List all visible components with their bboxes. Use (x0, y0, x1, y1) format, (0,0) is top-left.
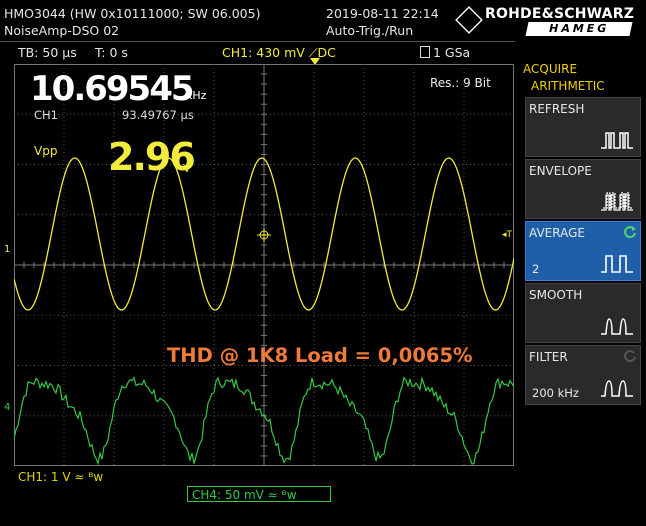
header-separator (0, 41, 515, 42)
resolution-label: Res.: 9 Bit (430, 76, 491, 90)
refresh-button[interactable]: REFRESH (525, 97, 641, 157)
ch4-setting[interactable]: CH4: 50 mV ≈ ᴮw (187, 486, 331, 502)
timebase[interactable]: TB: 50 µs (18, 45, 77, 60)
sample-rate: 1 GSa (420, 45, 470, 60)
average-button[interactable]: AVERAGE 2 (525, 221, 641, 281)
period-readout: 93.49767 µs (122, 108, 194, 122)
smooth-button[interactable]: SMOOTH (525, 283, 641, 343)
trigger-mode: Auto-Trig./Run (326, 23, 414, 38)
menu-title: ACQUIRE (523, 62, 578, 76)
rotary-knob-icon (624, 226, 636, 239)
refresh-waveform-icon (601, 132, 633, 149)
waveforms (14, 157, 514, 466)
frequency-readout: 10.69545 (30, 69, 195, 109)
datetime: 2019-08-11 22:14 (326, 6, 439, 21)
waveform-display[interactable] (14, 64, 514, 466)
trigger-crosshair (257, 228, 271, 242)
measure-channel: CH1 (34, 108, 58, 122)
menu-subtitle: ARITHMETIC (531, 79, 605, 93)
envelope-waveform-icon (601, 192, 633, 211)
vpp-unit: V (183, 162, 191, 175)
ch1-setting[interactable]: CH1: 1 V ≈ ᴮw (18, 470, 103, 484)
vpp-readout: 2.96 (108, 135, 196, 179)
filter-waveform-icon (601, 380, 633, 397)
setup-name: NoiseAmp-DSO 02 (4, 23, 120, 38)
vpp-label: Vpp (34, 144, 58, 158)
rs-diamond-icon (455, 6, 483, 34)
envelope-button[interactable]: ENVELOPE (525, 159, 641, 219)
device-info: HMO3044 (HW 0x10111000; SW 06.005) (4, 6, 261, 21)
trigger-time[interactable]: T: 0 s (95, 45, 128, 60)
ch4-trace (14, 376, 514, 466)
filter-button[interactable]: FILTER 200 kHz (525, 345, 641, 405)
rohde-schwarz-logo: ROHDE&SCHWARZ HAMEG (455, 6, 641, 40)
ch1-ground-marker[interactable]: 1 (4, 244, 10, 255)
ch4-ground-marker[interactable]: 4 (4, 402, 10, 413)
memory-icon (420, 46, 430, 58)
smooth-waveform-icon (601, 318, 633, 335)
trigger-level-marker[interactable]: ◂T (502, 230, 512, 240)
thd-annotation: THD @ 1K8 Load = 0,0065% (167, 344, 473, 367)
rotary-knob-icon-inactive (624, 350, 636, 363)
average-waveform-icon (601, 255, 633, 273)
frequency-unit: kHz (186, 89, 207, 102)
